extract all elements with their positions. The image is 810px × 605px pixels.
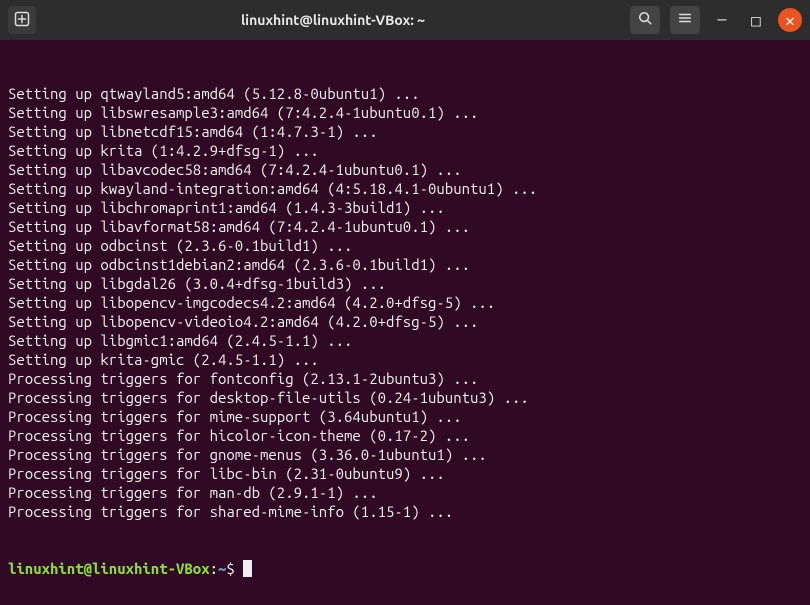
close-button[interactable]: ✕: [778, 8, 802, 32]
terminal-line: Setting up libgdal26 (3.0.4+dfsg-1build3…: [8, 274, 802, 293]
terminal-line: Setting up odbcinst (2.3.6-0.1build1) ..…: [8, 236, 802, 255]
terminal-line: Processing triggers for man-db (2.9.1-1)…: [8, 483, 802, 502]
new-tab-button[interactable]: [8, 6, 36, 34]
terminal-line: Setting up libnetcdf15:amd64 (1:4.7.3-1)…: [8, 122, 802, 141]
terminal-line: Processing triggers for libc-bin (2.31-0…: [8, 464, 802, 483]
terminal-line: Processing triggers for shared-mime-info…: [8, 502, 802, 521]
maximize-icon: □: [751, 11, 761, 30]
minimize-icon: —: [718, 11, 727, 29]
terminal-line: Setting up libavcodec58:amd64 (7:4.2.4-1…: [8, 160, 802, 179]
minimize-button[interactable]: —: [710, 8, 734, 32]
prompt-line: linuxhint@linuxhint-VBox:~$: [8, 559, 802, 578]
terminal-line: Setting up libopencv-videoio4.2:amd64 (4…: [8, 312, 802, 331]
cursor: [243, 560, 252, 577]
terminal-line: Setting up krita (1:4.2.9+dfsg-1) ...: [8, 141, 802, 160]
prompt-dollar: $: [226, 560, 243, 577]
prompt-path: ~: [218, 560, 226, 577]
terminal-line: Setting up odbcinst1debian2:amd64 (2.3.6…: [8, 255, 802, 274]
terminal-line: Processing triggers for desktop-file-uti…: [8, 388, 802, 407]
titlebar-left: [8, 6, 36, 34]
terminal-output: Setting up qtwayland5:amd64 (5.12.8-0ubu…: [8, 84, 802, 521]
terminal-line: Setting up libopencv-imgcodecs4.2:amd64 …: [8, 293, 802, 312]
prompt-colon: :: [210, 560, 218, 577]
terminal-line: Processing triggers for hicolor-icon-the…: [8, 426, 802, 445]
terminal-line: Processing triggers for gnome-menus (3.3…: [8, 445, 802, 464]
window-title: linuxhint@linuxhint-VBox: ~: [44, 12, 622, 28]
terminal-line: Setting up libgmic1:amd64 (2.4.5-1.1) ..…: [8, 331, 802, 350]
titlebar: linuxhint@linuxhint-VBox: ~ — □ ✕: [0, 0, 810, 40]
menu-button[interactable]: [670, 6, 700, 34]
terminal-line: Setting up krita-gmic (2.4.5-1.1) ...: [8, 350, 802, 369]
search-button[interactable]: [630, 6, 660, 34]
terminal-line: Setting up qtwayland5:amd64 (5.12.8-0ubu…: [8, 84, 802, 103]
close-icon: ✕: [785, 11, 795, 30]
terminal-line: Processing triggers for mime-support (3.…: [8, 407, 802, 426]
hamburger-icon: [678, 11, 692, 29]
terminal-line: Processing triggers for fontconfig (2.13…: [8, 369, 802, 388]
new-tab-icon: [14, 11, 30, 30]
titlebar-right: — □ ✕: [630, 6, 802, 34]
prompt-user: linuxhint@linuxhint-VBox: [8, 560, 210, 577]
terminal-body[interactable]: Setting up qtwayland5:amd64 (5.12.8-0ubu…: [0, 40, 810, 605]
search-icon: [638, 11, 652, 29]
terminal-line: Setting up libswresample3:amd64 (7:4.2.4…: [8, 103, 802, 122]
terminal-line: Setting up libchromaprint1:amd64 (1.4.3-…: [8, 198, 802, 217]
maximize-button[interactable]: □: [744, 8, 768, 32]
terminal-line: Setting up kwayland-integration:amd64 (4…: [8, 179, 802, 198]
terminal-line: Setting up libavformat58:amd64 (7:4.2.4-…: [8, 217, 802, 236]
